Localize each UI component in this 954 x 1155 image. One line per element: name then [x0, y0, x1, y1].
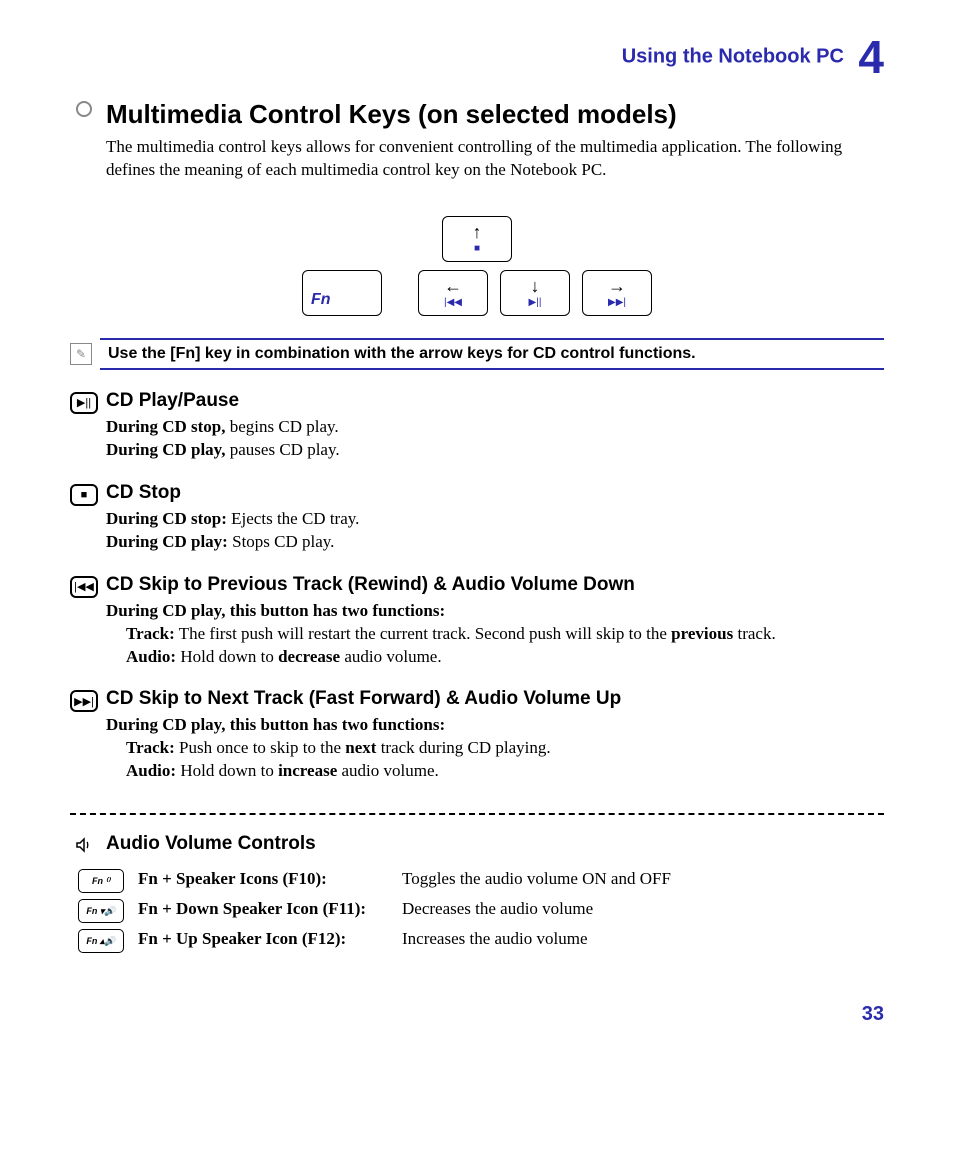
text-bold: During CD stop,	[106, 417, 226, 436]
fn-f12-key-icon: Fn ▴🔊	[78, 929, 124, 953]
text-bold: previous	[671, 624, 733, 643]
text-bold: During CD play:	[106, 532, 228, 551]
cd-prev-title: CD Skip to Previous Track (Rewind) & Aud…	[106, 574, 884, 596]
next-track-icon: ▶▶|	[70, 688, 98, 712]
text-bold: During CD play, this button has two func…	[106, 715, 445, 734]
text: Hold down to	[176, 761, 278, 780]
note-callout: ✎ Use the [Fn] key in combination with t…	[70, 338, 884, 370]
volume-row-desc: Toggles the audio volume ON and OFF	[402, 869, 671, 889]
chapter-header: Using the Notebook PC 4	[70, 30, 884, 84]
text-bold: Track:	[126, 738, 175, 757]
stop-icon: ■	[70, 482, 98, 506]
text-bold: increase	[278, 761, 337, 780]
text: Hold down to	[176, 647, 278, 666]
key-left: ← |◀◀	[418, 270, 488, 316]
key-down-media-icon: ▶||	[529, 297, 542, 308]
cd-next-title: CD Skip to Next Track (Fast Forward) & A…	[106, 688, 884, 710]
dashed-divider	[70, 813, 884, 815]
note-icon: ✎	[70, 343, 92, 365]
text-bold: Audio:	[126, 761, 176, 780]
text: Ejects the CD tray.	[227, 509, 360, 528]
prev-track-icon: |◀◀	[70, 574, 98, 598]
volume-row-label: Fn + Down Speaker Icon (F11):	[138, 899, 388, 919]
decorative-circle-icon	[70, 99, 98, 117]
text-bold: decrease	[278, 647, 340, 666]
keyboard-diagram: ↑ ■ Fn ← |◀◀ ↓ ▶|| → ▶▶|	[70, 212, 884, 320]
text-bold: During CD stop:	[106, 509, 227, 528]
text: audio volume.	[337, 761, 439, 780]
cd-play-pause-title: CD Play/Pause	[106, 390, 884, 412]
text: track during CD playing.	[376, 738, 550, 757]
key-right-media-icon: ▶▶|	[608, 297, 626, 308]
volume-row-label: Fn + Speaker Icons (F10):	[138, 869, 388, 889]
text-bold: During CD play, this button has two func…	[106, 601, 445, 620]
text-bold: During CD play,	[106, 440, 226, 459]
text-bold: Audio:	[126, 647, 176, 666]
cd-stop-title: CD Stop	[106, 482, 884, 504]
text-bold: next	[345, 738, 376, 757]
volume-row-desc: Decreases the audio volume	[402, 899, 593, 919]
text: audio volume.	[340, 647, 442, 666]
header-chapter-number: 4	[858, 31, 884, 83]
text: Stops CD play.	[228, 532, 335, 551]
intro-paragraph: The multimedia control keys allows for c…	[106, 136, 884, 182]
note-text: Use the [Fn] key in combination with the…	[100, 338, 884, 370]
cd-play-pause-body: During CD stop, begins CD play. During C…	[106, 416, 884, 462]
key-down: ↓ ▶||	[500, 270, 570, 316]
text: Push once to skip to the	[175, 738, 345, 757]
text: begins CD play.	[226, 417, 339, 436]
cd-prev-body: During CD play, this button has two func…	[106, 600, 884, 669]
text: The first push will restart the current …	[175, 624, 671, 643]
page-number: 33	[70, 1003, 884, 1026]
key-up-media-icon: ■	[474, 243, 480, 254]
fn-f10-key-icon: Fn ⁽⁾	[78, 869, 124, 893]
volume-row: Fn ▾🔊 Fn + Down Speaker Icon (F11): Decr…	[78, 899, 884, 923]
volume-row: Fn ▴🔊 Fn + Up Speaker Icon (F12): Increa…	[78, 929, 884, 953]
volume-row-label: Fn + Up Speaker Icon (F12):	[138, 929, 388, 949]
page-title: Multimedia Control Keys (on selected mod…	[106, 99, 884, 130]
volume-row-desc: Increases the audio volume	[402, 929, 588, 949]
key-left-media-icon: |◀◀	[444, 297, 462, 308]
text-bold: Track:	[126, 624, 175, 643]
speaker-icon	[70, 833, 98, 855]
text: track.	[733, 624, 775, 643]
key-fn: Fn	[302, 270, 382, 316]
cd-stop-body: During CD stop: Ejects the CD tray. Duri…	[106, 508, 884, 554]
audio-volume-title: Audio Volume Controls	[106, 833, 316, 855]
cd-next-body: During CD play, this button has two func…	[106, 714, 884, 783]
header-section-label: Using the Notebook PC	[622, 46, 844, 68]
key-up: ↑ ■	[442, 216, 512, 262]
play-pause-icon: ▶||	[70, 390, 98, 414]
text: pauses CD play.	[226, 440, 340, 459]
volume-row: Fn ⁽⁾ Fn + Speaker Icons (F10): Toggles …	[78, 869, 884, 893]
fn-f11-key-icon: Fn ▾🔊	[78, 899, 124, 923]
key-right: → ▶▶|	[582, 270, 652, 316]
